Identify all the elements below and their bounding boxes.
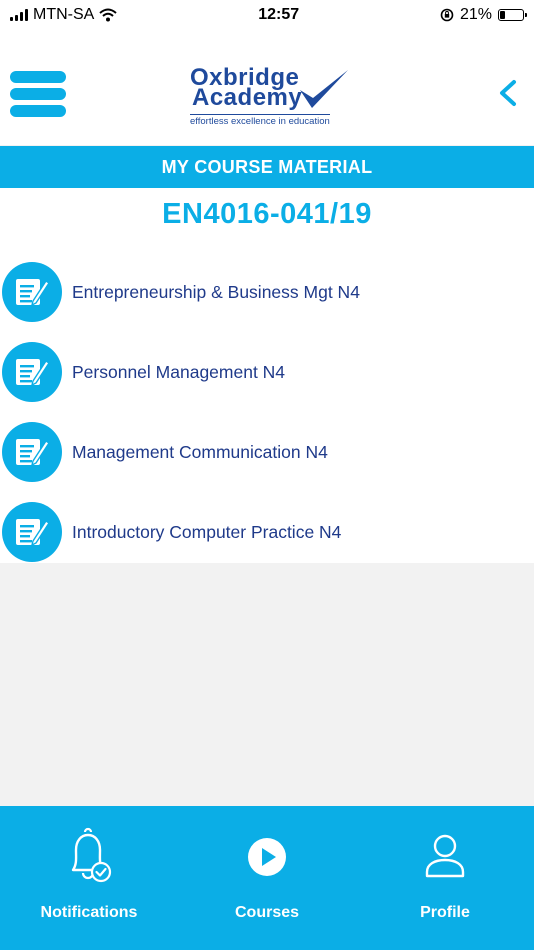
app-header: Oxbridge Academy effortless excellence i… xyxy=(0,30,534,145)
document-pencil-icon xyxy=(2,502,62,562)
bottom-tab-bar: Notifications Courses Profile xyxy=(0,806,534,950)
course-list: Entrepreneurship & Business Mgt N4 Perso… xyxy=(0,252,534,572)
hamburger-menu-button[interactable] xyxy=(10,71,66,117)
tab-courses[interactable]: Courses xyxy=(178,806,356,950)
status-bar: MTN-SA 12:57 21% xyxy=(0,0,534,30)
battery-percent: 21% xyxy=(459,6,492,23)
document-pencil-icon xyxy=(2,422,62,482)
play-circle-icon xyxy=(248,838,286,876)
course-item[interactable]: Introductory Computer Practice N4 xyxy=(0,492,534,572)
menu-bar-icon xyxy=(10,71,66,83)
menu-bar-icon xyxy=(10,88,66,100)
section-banner: MY COURSE MATERIAL xyxy=(0,146,534,188)
status-left: MTN-SA xyxy=(10,6,117,24)
tab-profile[interactable]: Profile xyxy=(356,806,534,950)
carrier-name: MTN-SA xyxy=(33,6,95,23)
document-pencil-icon xyxy=(2,342,62,402)
orientation-lock-icon xyxy=(440,8,454,22)
course-title: Entrepreneurship & Business Mgt N4 xyxy=(72,281,360,302)
course-code: EN4016-041/19 xyxy=(162,198,372,230)
course-title: Management Communication N4 xyxy=(72,441,328,462)
tab-label: Courses xyxy=(234,904,300,921)
battery-level xyxy=(500,11,505,19)
tab-label: Profile xyxy=(420,904,470,921)
tab-notifications[interactable]: Notifications xyxy=(0,806,178,950)
course-item[interactable]: Management Communication N4 xyxy=(0,412,534,492)
course-title: Personnel Management N4 xyxy=(72,361,286,382)
bell-check-icon xyxy=(71,827,112,883)
battery-icon xyxy=(498,9,527,21)
logo-tagline: effortless excellence in education xyxy=(190,114,330,127)
status-time: 12:57 xyxy=(258,6,300,23)
wifi-icon xyxy=(99,8,117,22)
tab-label: Notifications xyxy=(40,904,138,921)
logo-line2: Academy xyxy=(192,84,303,111)
signal-icon xyxy=(10,9,28,21)
course-title: Introductory Computer Practice N4 xyxy=(72,521,342,542)
logo-checkmark-icon xyxy=(300,70,348,108)
back-chevron-icon[interactable] xyxy=(496,76,518,110)
course-item[interactable]: Entrepreneurship & Business Mgt N4 xyxy=(0,252,534,332)
user-icon xyxy=(425,834,465,878)
oxbridge-logo: Oxbridge Academy effortless excellence i… xyxy=(188,66,353,128)
course-material-panel: EN4016-041/19 Entrepreneurship & Busines… xyxy=(0,188,534,563)
menu-bar-icon xyxy=(10,105,66,117)
status-right: 21% xyxy=(440,6,527,24)
course-item[interactable]: Personnel Management N4 xyxy=(0,332,534,412)
document-pencil-icon xyxy=(2,262,62,322)
